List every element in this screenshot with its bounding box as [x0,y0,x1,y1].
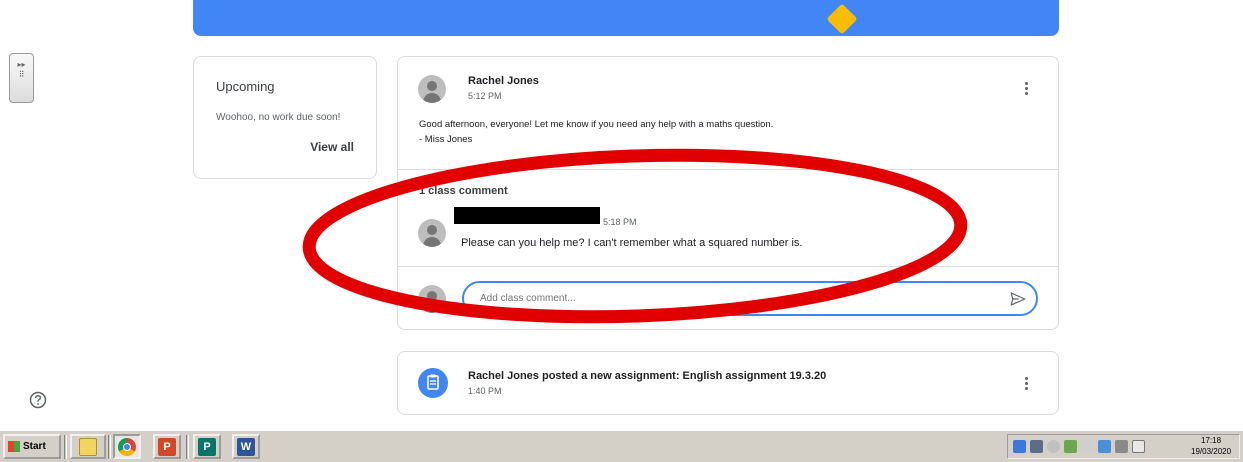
folder-icon [79,438,97,456]
word-button[interactable]: W [232,434,260,459]
windows-logo-icon [8,441,20,452]
volume-icon[interactable] [1047,440,1060,453]
post-menu-icon[interactable] [1020,82,1034,96]
upcoming-text: Woohoo, no work due soon! [216,112,341,123]
post-author: Rachel Jones [468,75,539,87]
chrome-icon [118,438,136,456]
assignment-time: 1:40 PM [468,386,502,396]
banner-decoration [826,3,858,35]
class-comment-input[interactable] [462,281,1038,316]
display-icon[interactable] [1098,440,1111,453]
start-label: Start [23,441,46,452]
publisher-button[interactable]: P [193,434,221,459]
assignment-icon [418,368,448,398]
taskbar: Start P P W 17:18 19/03/2020 [0,430,1243,462]
send-icon[interactable] [1009,290,1027,308]
assignment-title[interactable]: Rachel Jones posted a new assignment: En… [468,370,826,382]
upcoming-title: Upcoming [216,79,275,94]
avatar [418,75,446,103]
word-icon: W [237,438,255,456]
clock-time[interactable]: 17:18 [1201,436,1221,445]
system-tray: 17:18 19/03/2020 [1007,434,1240,459]
update-icon[interactable] [1064,440,1077,453]
post-body: Good afternoon, everyone! Let me know if… [419,117,773,147]
view-all-link[interactable]: View all [310,140,354,154]
assignment-post[interactable]: Rachel Jones posted a new assignment: En… [397,351,1059,415]
upcoming-card: Upcoming Woohoo, no work due soon! View … [193,56,377,179]
comment-count: 1 class comment [419,185,508,197]
file-explorer-button[interactable] [70,434,106,459]
taskbar-separator [64,435,67,459]
current-user-avatar [418,285,446,313]
divider [398,169,1058,170]
comment-text: Please can you help me? I can't remember… [461,237,803,249]
taskbar-separator [108,435,111,459]
input-icon[interactable] [1132,440,1145,453]
divider [398,266,1058,267]
stream-post: Rachel Jones 5:12 PM Good afternoon, eve… [397,56,1059,330]
side-panel-handle[interactable]: ▸▸ ⠿ [9,53,34,103]
post-signature: - Miss Jones [419,134,473,145]
comment-avatar [418,219,446,247]
assignment-menu-icon[interactable] [1020,377,1034,391]
start-button[interactable]: Start [3,434,61,459]
chrome-button[interactable] [113,434,141,459]
class-banner [193,0,1059,36]
help-icon[interactable] [29,391,47,409]
device-icon[interactable] [1115,440,1128,453]
taskbar-separator [186,435,189,459]
comment-author-redacted [454,207,600,224]
powerpoint-icon: P [158,438,176,456]
connection-icon[interactable] [1081,440,1094,453]
comment-time: 5:18 PM [603,217,637,227]
post-time: 5:12 PM [468,91,502,101]
security-shield-icon[interactable] [1013,440,1026,453]
publisher-icon: P [198,438,216,456]
screen: ▸▸ ⠿ Upcoming Woohoo, no work due soon! V… [0,0,1243,462]
post-body-line: Good afternoon, everyone! Let me know if… [419,119,774,130]
network-icon[interactable] [1030,440,1043,453]
powerpoint-button[interactable]: P [153,434,181,459]
clock-date[interactable]: 19/03/2020 [1191,447,1231,456]
